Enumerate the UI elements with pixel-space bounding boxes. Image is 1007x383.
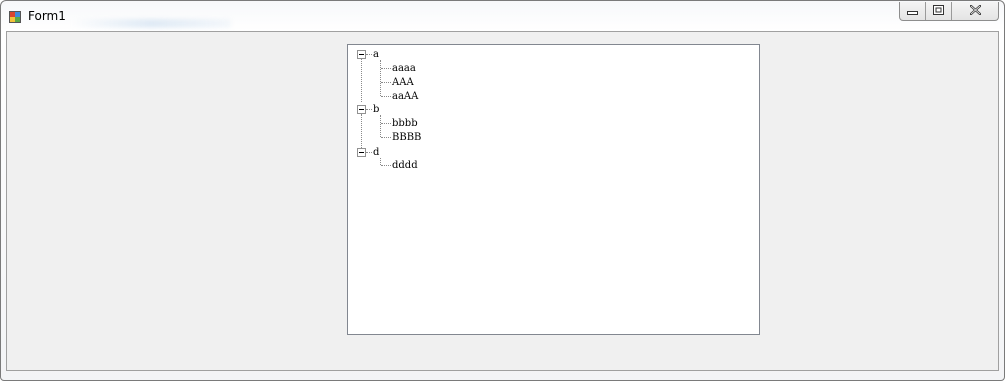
blurred-overlay	[71, 19, 231, 28]
tree-connector	[380, 158, 381, 165]
close-icon	[968, 2, 982, 20]
tree-node-BBBB[interactable]: BBBB	[392, 131, 421, 144]
tree-node-bbbb[interactable]: bbbb	[392, 117, 418, 130]
tree-node-dddd[interactable]: dddd	[392, 159, 418, 172]
collapse-minus-icon[interactable]	[357, 148, 366, 157]
collapse-minus-icon[interactable]	[357, 50, 366, 59]
tree-view[interactable]: a aaaa AAA aaAA b bbbb BBBB d dddd	[347, 44, 760, 335]
tree-node-aaAA[interactable]: aaAA	[392, 90, 418, 103]
tree-connector	[366, 109, 372, 110]
tree-connector	[381, 96, 391, 97]
window-controls	[899, 2, 999, 21]
tree-node-d[interactable]: d	[373, 146, 379, 159]
window-title: Form1	[28, 9, 66, 23]
tree-connector	[366, 152, 372, 153]
tree-connector	[380, 115, 381, 137]
tree-connector	[381, 82, 391, 83]
tree-connector	[361, 59, 362, 102]
form-app-icon	[9, 10, 21, 23]
tree-node-AAA[interactable]: AAA	[392, 76, 414, 89]
tree-connector	[361, 114, 362, 148]
tree-connector	[366, 54, 372, 55]
form-client-area: a aaaa AAA aaAA b bbbb BBBB d dddd	[6, 31, 999, 371]
title-bar[interactable]: Form1	[1, 1, 1004, 31]
tree-node-a[interactable]: a	[373, 48, 379, 61]
tree-node-aaaa[interactable]: aaaa	[392, 62, 416, 75]
maximize-icon	[933, 2, 944, 20]
close-button[interactable]	[952, 2, 998, 20]
tree-connector	[381, 165, 391, 166]
tree-connector	[380, 60, 381, 96]
tree-connector	[381, 137, 391, 138]
minimize-button[interactable]	[900, 2, 926, 20]
tree-connector	[381, 68, 391, 69]
form-window: Form1 a aaaa AAA aaAA b bbbb BBBB d dddd	[0, 0, 1005, 381]
tree-node-b[interactable]: b	[373, 103, 379, 116]
maximize-button[interactable]	[926, 2, 952, 20]
collapse-minus-icon[interactable]	[357, 105, 366, 114]
tree-connector	[381, 123, 391, 124]
minimize-icon	[907, 2, 918, 20]
